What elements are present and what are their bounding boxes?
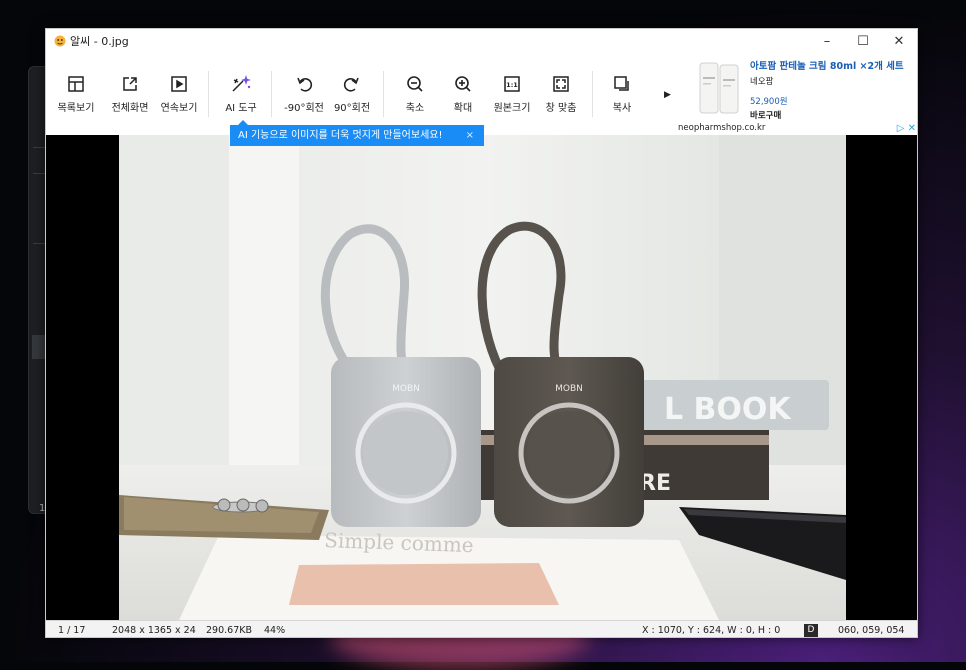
fit-window-label: 창 맞춤 xyxy=(545,103,577,114)
list-view-label: 목록보기 xyxy=(57,103,95,114)
zoom-in-icon xyxy=(435,73,491,95)
pixel-color-value: 060, 059, 054 xyxy=(838,625,905,636)
ai-tools-label: AI 도구 xyxy=(225,103,257,114)
ad-choices-icon[interactable]: ▷ ✕ xyxy=(897,123,916,134)
ad-price: 52,900원 xyxy=(750,97,788,107)
ad-domain[interactable]: neopharmshop.co.kr xyxy=(678,123,765,133)
rotate-right-label: 90°회전 xyxy=(333,103,371,114)
status-bar: 1 / 17 2048 x 1365 x 24 290.67KB 44% X :… xyxy=(46,620,917,637)
tooltip-text: AI 기능으로 이미지를 더욱 멋지게 만들어보세요! xyxy=(238,130,443,141)
toolbar-separator xyxy=(592,71,593,117)
slideshow-label: 연속보기 xyxy=(160,103,198,114)
photo: L BOOK RE Simple comme MOBN MOBN xyxy=(119,135,846,620)
fullscreen-label: 전체화면 xyxy=(111,103,149,114)
fit-window-button[interactable]: 창 맞춤 xyxy=(533,73,589,114)
fullscreen-button[interactable]: 전체화면 xyxy=(102,73,158,114)
toolbar-separator xyxy=(383,71,384,117)
maximize-button[interactable]: ☐ xyxy=(845,34,881,49)
minimize-button[interactable]: – xyxy=(809,34,845,49)
more-tools-button[interactable]: ▶ xyxy=(664,90,671,100)
image-view-area[interactable]: L BOOK RE Simple comme MOBN MOBN xyxy=(46,135,917,620)
ad-brand: 네오팜 xyxy=(750,77,774,87)
advertisement[interactable]: 아토팜 판테놀 크림 80ml ×2개 세트 네오팜 52,900원 바로구매 … xyxy=(678,55,917,135)
ai-tools-button[interactable]: AI 도구 xyxy=(213,73,269,114)
book-text: L BOOK xyxy=(664,392,792,427)
copy-label: 복사 xyxy=(612,103,632,114)
copy-button[interactable]: 복사 xyxy=(594,73,650,114)
list-view-button[interactable]: 목록보기 xyxy=(48,73,104,114)
image-dimensions: 2048 x 1365 x 24 xyxy=(112,625,196,636)
ai-magic-wand-icon xyxy=(213,73,269,95)
toolbar-separator xyxy=(271,71,272,117)
tooltip-close-button[interactable]: × xyxy=(466,125,474,146)
slideshow-icon xyxy=(151,73,207,95)
fit-window-icon xyxy=(533,73,589,95)
original-size-button[interactable]: 1:1 원본크기 xyxy=(484,73,540,114)
close-button[interactable]: ✕ xyxy=(881,34,917,49)
rotate-right-icon xyxy=(324,73,380,95)
title-bar[interactable]: 알씨 - 0.jpg – ☐ ✕ xyxy=(46,29,917,53)
ad-title[interactable]: 아토팜 판테놀 크림 80ml ×2개 세트 xyxy=(750,58,904,72)
zoom-in-button[interactable]: 확대 xyxy=(435,73,491,114)
list-view-icon xyxy=(48,73,104,95)
window-title: 알씨 - 0.jpg xyxy=(70,35,129,48)
original-size-label: 원본크기 xyxy=(493,103,531,114)
bank-brand-right: MOBN xyxy=(555,384,583,394)
image-viewer-window: 알씨 - 0.jpg – ☐ ✕ 목록보기 전체화면 연속보기 AI 도구 -9… xyxy=(45,28,918,638)
ad-product-image xyxy=(696,59,744,117)
cursor-selection-info: X : 1070, Y : 624, W : 0, H : 0 xyxy=(642,625,781,636)
slideshow-button[interactable]: 연속보기 xyxy=(151,73,207,114)
bank-brand-left: MOBN xyxy=(392,384,420,394)
zoom-in-label: 확대 xyxy=(453,103,473,114)
copy-icon xyxy=(594,73,650,95)
app-icon xyxy=(54,35,66,47)
toolbar-separator xyxy=(208,71,209,117)
toolbar: 목록보기 전체화면 연속보기 AI 도구 -90°회전 90°회전 축소 확대 … xyxy=(46,53,917,135)
image-index: 1 / 17 xyxy=(58,625,86,636)
svg-text:1:1: 1:1 xyxy=(506,81,518,89)
ad-buy-link[interactable]: 바로구매 xyxy=(750,109,781,121)
file-size: 290.67KB xyxy=(206,625,252,636)
ai-feature-tooltip: AI 기능으로 이미지를 더욱 멋지게 만들어보세요! × xyxy=(230,120,484,146)
rotate-right-button[interactable]: 90°회전 xyxy=(324,73,380,114)
color-mode-badge[interactable]: D xyxy=(804,624,818,637)
original-size-icon: 1:1 xyxy=(484,73,540,95)
zoom-level: 44% xyxy=(264,625,286,636)
fullscreen-icon xyxy=(102,73,158,95)
